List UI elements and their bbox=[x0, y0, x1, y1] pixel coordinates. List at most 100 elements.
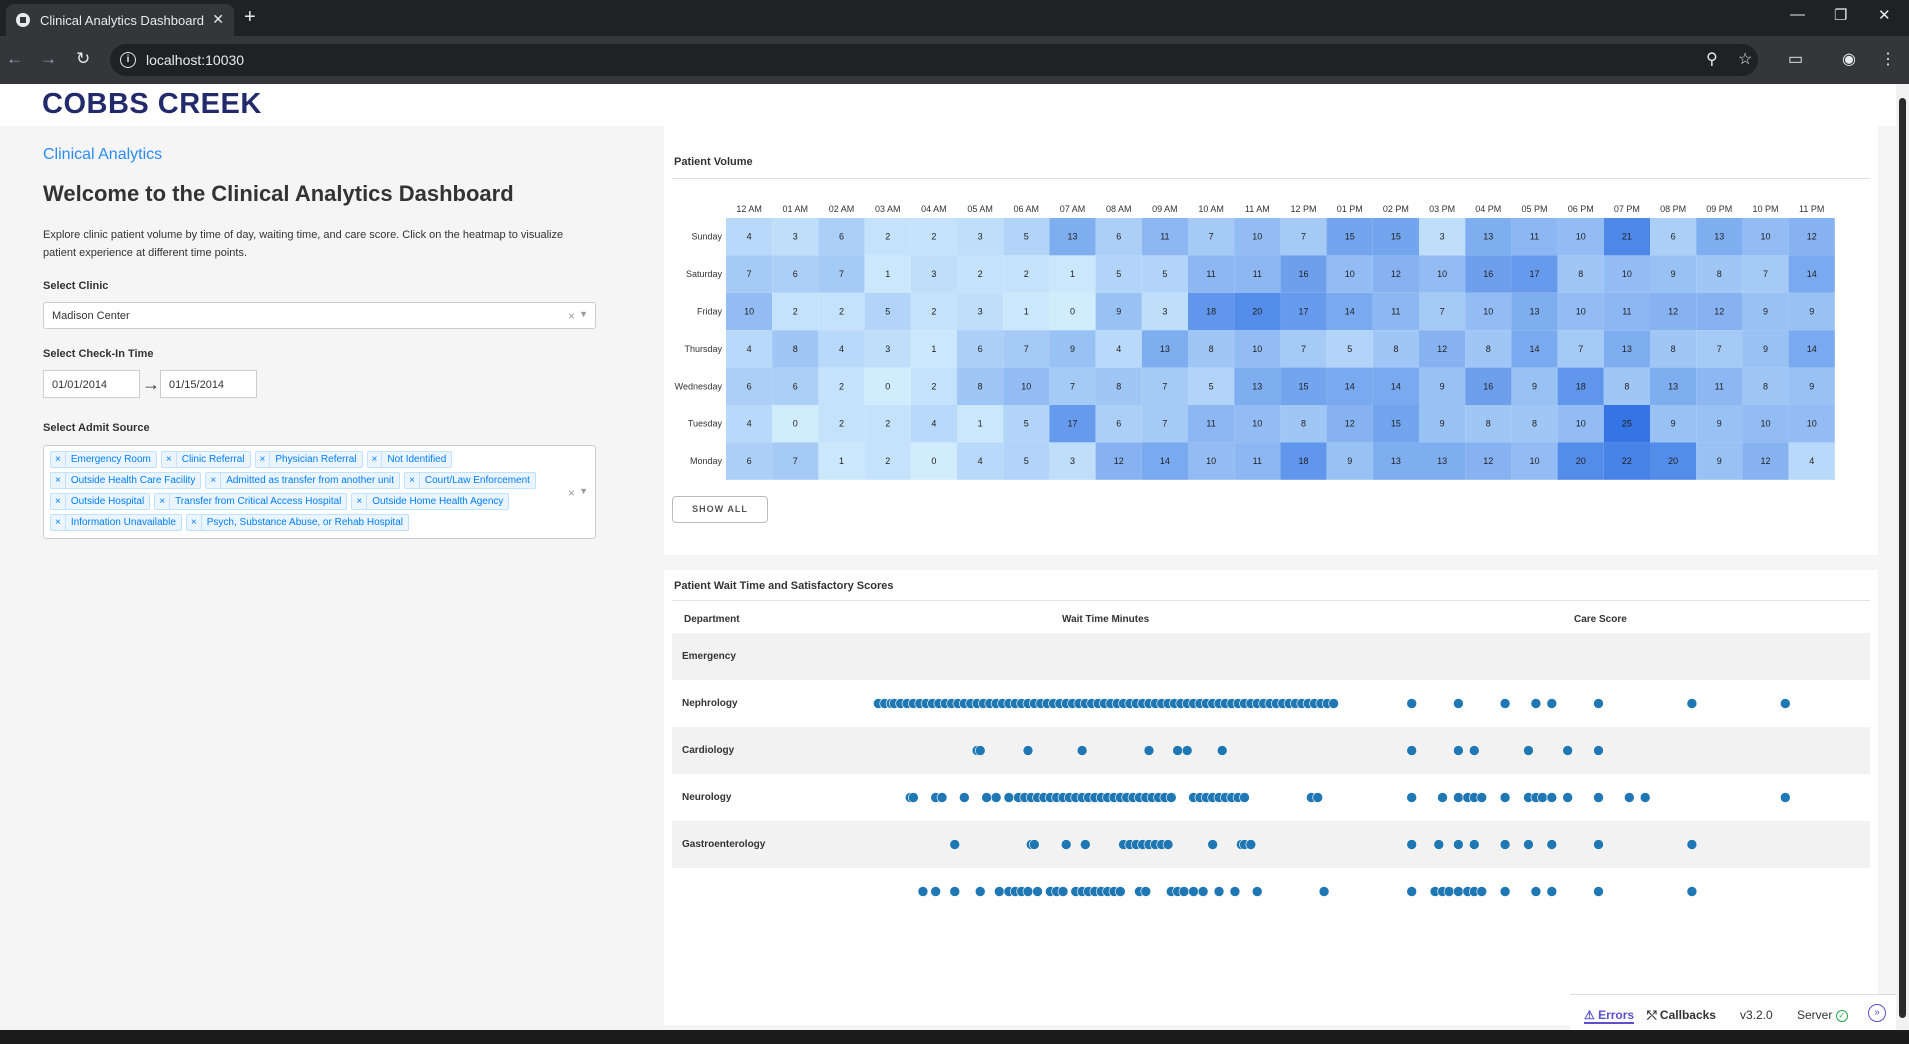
reload-icon[interactable]: ↻ bbox=[76, 49, 90, 69]
scatter-point[interactable] bbox=[981, 792, 992, 803]
scatter-point[interactable] bbox=[1593, 886, 1604, 897]
admit-source-chip[interactable]: × Transfer from Critical Access Hospital bbox=[154, 493, 348, 510]
scatter-point[interactable] bbox=[1143, 745, 1155, 756]
scatter-point[interactable] bbox=[1239, 792, 1250, 803]
scatter-point[interactable] bbox=[990, 792, 1002, 803]
admit-source-chip[interactable]: × Not Identified bbox=[366, 451, 453, 468]
scatter-point[interactable] bbox=[1029, 839, 1040, 850]
browser-tab[interactable]: Clinical Analytics Dashboard ✕ bbox=[6, 4, 234, 36]
scatter-point[interactable] bbox=[1523, 745, 1534, 756]
scatter-point[interactable] bbox=[1032, 886, 1043, 897]
scatter-point[interactable] bbox=[1003, 792, 1015, 803]
scatter-point[interactable] bbox=[1178, 886, 1190, 897]
scatter-point[interactable] bbox=[1530, 886, 1542, 897]
scatter-point[interactable] bbox=[1686, 839, 1698, 850]
scatter-point[interactable] bbox=[1406, 792, 1418, 803]
close-tab-icon[interactable]: ✕ bbox=[212, 11, 224, 28]
end-date-input[interactable]: 01/15/2014 bbox=[160, 370, 257, 398]
admit-source-chip[interactable]: × Clinic Referral bbox=[160, 451, 251, 468]
scatter-point[interactable] bbox=[1453, 792, 1464, 803]
remove-chip-icon[interactable]: × bbox=[51, 452, 66, 467]
scatter-point[interactable] bbox=[1162, 839, 1174, 850]
scatter-point[interactable] bbox=[1165, 792, 1177, 803]
scatter-point[interactable] bbox=[1546, 698, 1558, 709]
site-info-icon[interactable]: i bbox=[120, 52, 136, 68]
scatter-point[interactable] bbox=[974, 745, 986, 756]
remove-chip-icon[interactable]: × bbox=[155, 494, 171, 509]
scatter-point[interactable] bbox=[959, 792, 970, 803]
patient-volume-heatmap[interactable]: 12 AM 01 AM 02 AM 03 AM 04 AM 05 AM 06 AM 07 AM… bbox=[664, 126, 1878, 486]
minimize-icon[interactable]: — bbox=[1790, 6, 1805, 23]
scatter-point[interactable] bbox=[1213, 886, 1225, 897]
close-window-icon[interactable]: ✕ bbox=[1878, 6, 1891, 24]
scatter-point[interactable] bbox=[908, 792, 919, 803]
scatter-point[interactable] bbox=[1686, 886, 1698, 897]
back-icon[interactable]: ← bbox=[6, 49, 23, 69]
scatter-point[interactable] bbox=[1686, 698, 1698, 709]
scatter-point[interactable] bbox=[1318, 886, 1330, 897]
page-scrollbar[interactable] bbox=[1896, 84, 1909, 1030]
scatter-point[interactable] bbox=[1115, 886, 1126, 897]
start-date-input[interactable]: 01/01/2014 bbox=[43, 370, 140, 398]
scatter-point[interactable] bbox=[994, 886, 1005, 897]
scatter-point[interactable] bbox=[1406, 698, 1418, 709]
scatter-point[interactable] bbox=[1468, 839, 1480, 850]
scatter-point[interactable] bbox=[1523, 839, 1534, 850]
scatter-point[interactable] bbox=[1406, 745, 1418, 756]
restore-icon[interactable]: ❐ bbox=[1834, 6, 1847, 24]
scatter-point[interactable] bbox=[1216, 745, 1228, 756]
scatter-point[interactable] bbox=[1453, 698, 1464, 709]
scatter-point[interactable] bbox=[1140, 886, 1152, 897]
remove-chip-icon[interactable]: × bbox=[352, 494, 368, 509]
collapse-icon[interactable]: » bbox=[1868, 1004, 1886, 1022]
scatter-point[interactable] bbox=[1468, 745, 1480, 756]
scatter-point[interactable] bbox=[1562, 745, 1573, 756]
scatter-point[interactable] bbox=[1499, 886, 1511, 897]
scatter-point[interactable] bbox=[1499, 698, 1511, 709]
scatter-point[interactable] bbox=[1406, 886, 1418, 897]
scatter-point[interactable] bbox=[1443, 886, 1455, 897]
scatter-point[interactable] bbox=[1476, 792, 1488, 803]
media-icon[interactable]: ▭ bbox=[1788, 49, 1803, 69]
remove-chip-icon[interactable]: × bbox=[51, 515, 66, 530]
errors-tab[interactable]: ⚠ Errors bbox=[1584, 1008, 1635, 1024]
scatter-point[interactable] bbox=[1172, 745, 1183, 756]
callbacks-tab[interactable]: ⤲ Callbacks bbox=[1647, 1008, 1716, 1023]
remove-chip-icon[interactable]: × bbox=[51, 494, 66, 509]
scatter-point[interactable] bbox=[1245, 839, 1257, 850]
scatter-point[interactable] bbox=[1022, 886, 1034, 897]
new-tab-icon[interactable]: + bbox=[244, 6, 256, 29]
scatter-point[interactable] bbox=[1537, 792, 1548, 803]
scatter-point[interactable] bbox=[1207, 839, 1218, 850]
url-field[interactable]: i localhost:10030 bbox=[110, 44, 1758, 76]
scatter-point[interactable] bbox=[1328, 698, 1339, 709]
scatter-point[interactable] bbox=[1453, 745, 1464, 756]
remove-chip-icon[interactable]: × bbox=[368, 452, 383, 467]
admit-source-chip[interactable]: × Admitted as transfer from another unit bbox=[205, 472, 401, 489]
scatter-point[interactable] bbox=[974, 886, 986, 897]
remove-chip-icon[interactable]: × bbox=[206, 473, 222, 488]
scatter-point[interactable] bbox=[1780, 792, 1791, 803]
remove-chip-icon[interactable]: × bbox=[51, 473, 66, 488]
scatter-point[interactable] bbox=[1476, 886, 1488, 897]
scatter-point[interactable] bbox=[1251, 886, 1263, 897]
menu-icon[interactable]: ⋮ bbox=[1880, 49, 1896, 69]
admit-source-chip[interactable]: × Psych, Substance Abuse, or Rehab Hospit… bbox=[185, 514, 409, 531]
chevron-down-icon[interactable]: ▼ bbox=[579, 309, 588, 319]
scatter-point[interactable] bbox=[1499, 839, 1511, 850]
admit-source-chip[interactable]: × Outside Home Health Agency bbox=[351, 493, 510, 510]
scatter-point[interactable] bbox=[949, 839, 961, 850]
scatter-point[interactable] bbox=[1499, 792, 1511, 803]
forward-icon[interactable]: → bbox=[40, 49, 57, 69]
scatter-point[interactable] bbox=[1639, 792, 1651, 803]
scatter-point[interactable] bbox=[1530, 698, 1542, 709]
clear-icon[interactable]: × bbox=[568, 486, 575, 500]
scatter-point[interactable] bbox=[1060, 839, 1072, 850]
scatter-point[interactable] bbox=[1546, 886, 1558, 897]
show-all-button[interactable]: SHOW ALL bbox=[672, 496, 768, 523]
admit-source-chip[interactable]: × Outside Hospital bbox=[50, 493, 151, 510]
admit-source-chip[interactable]: × Physician Referral bbox=[254, 451, 363, 468]
remove-chip-icon[interactable]: × bbox=[256, 452, 271, 467]
remove-chip-icon[interactable]: × bbox=[405, 473, 420, 488]
scatter-point[interactable] bbox=[1593, 792, 1604, 803]
